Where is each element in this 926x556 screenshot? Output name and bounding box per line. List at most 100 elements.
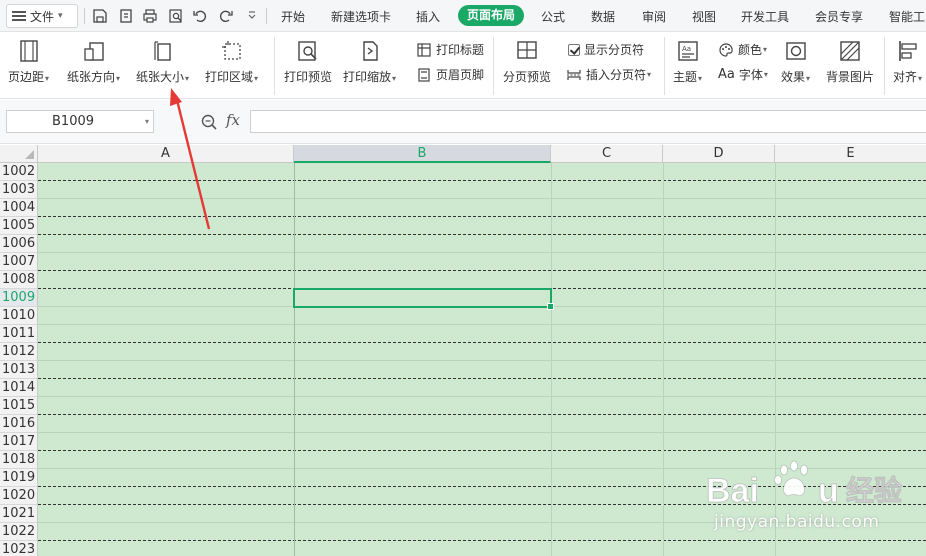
row-cells[interactable] bbox=[38, 397, 926, 415]
row-header[interactable]: 1011 bbox=[0, 325, 38, 343]
row-header[interactable]: 1009 bbox=[0, 289, 38, 307]
table-row: 1011 bbox=[0, 325, 926, 343]
tab-page-layout[interactable]: 页面布局 bbox=[458, 5, 525, 26]
name-box[interactable]: B1009 ▾ bbox=[6, 110, 154, 133]
print-titles-button[interactable]: 打印标题 bbox=[416, 41, 484, 58]
chevron-down-icon[interactable]: ▾ bbox=[145, 111, 149, 132]
orientation-button[interactable]: 纸张方向▾ bbox=[67, 38, 120, 85]
row-header[interactable]: 1020 bbox=[0, 487, 38, 505]
menu-bar: 文件 ▾ 开始 新建选项卡 插入 页面布局 公式 数据 审阅 视图 开发工具 会… bbox=[0, 0, 926, 32]
row-header[interactable]: 1018 bbox=[0, 451, 38, 469]
theme-button[interactable]: Aa 主题▾ bbox=[673, 38, 702, 85]
row-cells[interactable] bbox=[38, 235, 926, 253]
effects-icon bbox=[783, 38, 809, 64]
row-header[interactable]: 1017 bbox=[0, 433, 38, 451]
tab-review[interactable]: 审阅 bbox=[642, 8, 666, 25]
insert-page-break-label: 插入分页符 bbox=[586, 68, 647, 82]
row-cells[interactable] bbox=[38, 217, 926, 235]
tab-formulas[interactable]: 公式 bbox=[541, 8, 565, 25]
tab-developer[interactable]: 开发工具 bbox=[741, 8, 789, 25]
redo-icon[interactable] bbox=[216, 6, 236, 26]
table-row: 1008 bbox=[0, 271, 926, 289]
svg-text:u: u bbox=[818, 472, 839, 508]
header-footer-button[interactable]: 页眉页脚 bbox=[416, 66, 484, 83]
row-header[interactable]: 1015 bbox=[0, 397, 38, 415]
fonts-button[interactable]: Aa 字体 ▾ bbox=[718, 66, 768, 83]
column-header-e[interactable]: E bbox=[775, 145, 926, 163]
print-icon[interactable] bbox=[140, 6, 160, 26]
svg-text:经验: 经验 bbox=[846, 474, 902, 507]
row-header[interactable]: 1002 bbox=[0, 163, 38, 181]
row-header[interactable]: 1016 bbox=[0, 415, 38, 433]
tab-member[interactable]: 会员专享 bbox=[815, 8, 863, 25]
row-cells[interactable] bbox=[38, 433, 926, 451]
row-header[interactable]: 1004 bbox=[0, 199, 38, 217]
print-area-button[interactable]: 打印区域▾ bbox=[205, 38, 258, 85]
row-cells[interactable] bbox=[38, 307, 926, 325]
tab-home[interactable]: 开始 bbox=[281, 8, 305, 25]
undo-icon[interactable] bbox=[190, 6, 210, 26]
file-menu-button[interactable]: 文件 ▾ bbox=[6, 4, 78, 28]
row-cells[interactable] bbox=[38, 415, 926, 433]
row-header[interactable]: 1005 bbox=[0, 217, 38, 235]
row-header[interactable]: 1014 bbox=[0, 379, 38, 397]
row-header[interactable]: 1023 bbox=[0, 541, 38, 556]
align-button[interactable]: 对齐▾ bbox=[893, 38, 922, 85]
insert-page-break-button[interactable]: 插入分页符 ▾ bbox=[566, 66, 651, 83]
row-cells[interactable] bbox=[38, 379, 926, 397]
tab-insert[interactable]: 插入 bbox=[416, 8, 440, 25]
tab-new-tab[interactable]: 新建选项卡 bbox=[331, 8, 391, 25]
row-header[interactable]: 1006 bbox=[0, 235, 38, 253]
export-pdf-icon[interactable] bbox=[116, 6, 136, 26]
column-header-b[interactable]: B bbox=[294, 145, 551, 163]
row-header[interactable]: 1019 bbox=[0, 469, 38, 487]
tab-data[interactable]: 数据 bbox=[591, 8, 615, 25]
print-scale-icon bbox=[357, 38, 383, 64]
svg-text:Bai: Bai bbox=[706, 472, 759, 508]
select-all-corner[interactable] bbox=[0, 145, 38, 163]
print-preview-button[interactable]: 打印预览 bbox=[284, 38, 332, 85]
chevron-down-icon: ▾ bbox=[763, 70, 768, 79]
effects-label: 效果 bbox=[781, 70, 806, 84]
row-header[interactable]: 1003 bbox=[0, 181, 38, 199]
row-header[interactable]: 1010 bbox=[0, 307, 38, 325]
customize-quick-access-icon[interactable] bbox=[242, 6, 262, 26]
tab-smart-tools[interactable]: 智能工 bbox=[889, 8, 925, 25]
tab-view[interactable]: 视图 bbox=[692, 8, 716, 25]
row-cells[interactable] bbox=[38, 271, 926, 289]
print-scale-button[interactable]: 打印缩放▾ bbox=[343, 38, 396, 85]
effects-button[interactable]: 效果▾ bbox=[781, 38, 810, 85]
row-cells[interactable] bbox=[38, 343, 926, 361]
fx-icon[interactable]: fx bbox=[226, 111, 240, 129]
save-icon[interactable] bbox=[90, 6, 110, 26]
paper-size-button[interactable]: 纸张大小▾ bbox=[136, 38, 189, 85]
column-header-d[interactable]: D bbox=[663, 145, 775, 163]
row-cells[interactable] bbox=[38, 181, 926, 199]
row-cells[interactable] bbox=[38, 325, 926, 343]
formula-input[interactable] bbox=[250, 110, 926, 133]
column-header-a[interactable]: A bbox=[38, 145, 294, 163]
row-header[interactable]: 1007 bbox=[0, 253, 38, 271]
row-header[interactable]: 1012 bbox=[0, 343, 38, 361]
background-image-button[interactable]: 背景图片 bbox=[826, 38, 874, 85]
print-titles-icon bbox=[417, 42, 431, 57]
row-header[interactable]: 1013 bbox=[0, 361, 38, 379]
show-page-breaks-checkbox[interactable]: 显示分页符 bbox=[568, 41, 644, 58]
active-cell-b1009[interactable] bbox=[293, 288, 554, 310]
row-header[interactable]: 1022 bbox=[0, 523, 38, 541]
row-cells[interactable] bbox=[38, 361, 926, 379]
zoom-icon[interactable] bbox=[200, 113, 218, 131]
margins-button[interactable]: 页边距▾ bbox=[8, 38, 49, 85]
baidu-watermark: Bai u 经验 jingyan.baidu.com bbox=[706, 454, 916, 544]
print-preview-icon[interactable] bbox=[166, 6, 186, 26]
row-cells[interactable] bbox=[38, 253, 926, 271]
divider bbox=[266, 8, 267, 24]
row-cells[interactable] bbox=[38, 199, 926, 217]
row-header[interactable]: 1008 bbox=[0, 271, 38, 289]
page-break-preview-button[interactable]: 分页预览 bbox=[503, 38, 551, 85]
colors-button[interactable]: 颜色 ▾ bbox=[718, 41, 767, 58]
column-header-c[interactable]: C bbox=[551, 145, 663, 163]
row-cells[interactable] bbox=[38, 163, 926, 181]
row-header[interactable]: 1021 bbox=[0, 505, 38, 523]
show-page-breaks-label: 显示分页符 bbox=[584, 43, 645, 57]
